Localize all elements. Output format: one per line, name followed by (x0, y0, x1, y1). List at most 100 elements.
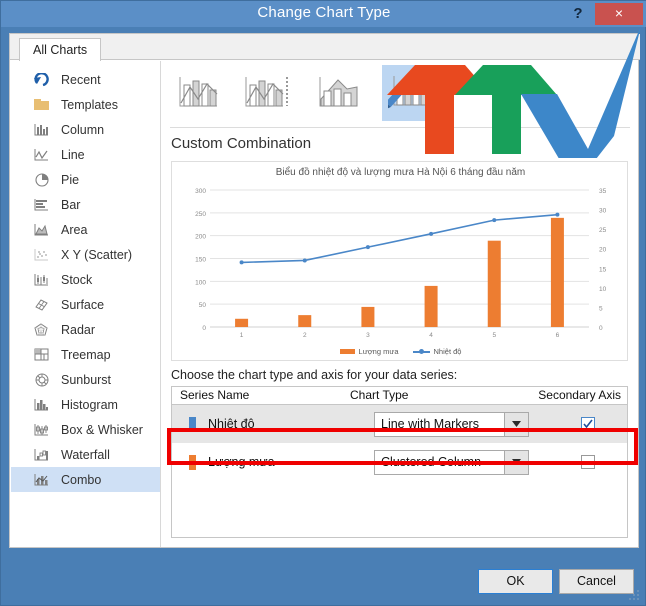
table-row[interactable]: Nhiệt độ Line with Markers (172, 405, 627, 443)
table-row[interactable]: Lượng mưa Clustered Column (172, 443, 627, 481)
svg-text:1: 1 (240, 332, 244, 339)
line-chart-icon (33, 147, 50, 163)
sidebar-item-label: Waterfall (61, 447, 110, 462)
combo-heading: Custom Combination (171, 135, 312, 152)
svg-text:0: 0 (202, 325, 206, 332)
sidebar-item-label: Pie (61, 172, 80, 187)
sidebar-item-label: Area (61, 222, 88, 237)
sidebar-item-label: Radar (61, 322, 96, 337)
sidebar-item-label: Column (61, 122, 105, 137)
surface-chart-icon (33, 297, 50, 313)
sidebar-item-label: Sunburst (61, 372, 112, 387)
svg-text:0: 0 (599, 325, 603, 332)
scatter-chart-icon (33, 247, 50, 263)
tab-all-charts[interactable]: All Charts (19, 38, 102, 61)
series-name-label: Lượng mưa (208, 455, 275, 469)
svg-text:50: 50 (199, 302, 207, 309)
series-color-swatch (189, 416, 196, 432)
chart-type-content: Custom Combination Biểu đồ nhiệt độ và l… (162, 61, 639, 547)
sidebar-item-label: Treemap (61, 347, 111, 362)
svg-text:200: 200 (195, 234, 206, 241)
series-table: Series Name Chart Type Secondary Axis Nh… (171, 386, 628, 538)
radar-chart-icon (33, 322, 50, 338)
secondary-axis-checkbox[interactable] (581, 417, 595, 431)
series-table-body: Nhiệt độ Line with Markers Lượng mưa Cluste… (172, 405, 627, 481)
chevron-down-icon[interactable] (504, 412, 528, 436)
sidebar-item-box-whisker[interactable]: Box & Whisker (11, 417, 160, 442)
series-table-instruction: Choose the chart type and axis for your … (171, 368, 458, 382)
resize-grip-icon[interactable] (629, 590, 640, 601)
legend-label: Lượng mưa (358, 347, 399, 356)
chart-thumbnail-custom-combination[interactable] (382, 65, 438, 121)
secondary-axis-checkbox[interactable] (581, 455, 595, 469)
series-color-swatch (189, 454, 196, 470)
svg-text:10: 10 (599, 286, 607, 293)
combo-thumbnail-gallery[interactable] (170, 65, 630, 123)
sidebar-item-bar[interactable]: Bar (11, 192, 160, 217)
svg-text:150: 150 (195, 257, 206, 264)
pie-chart-icon (33, 172, 50, 188)
svg-text:100: 100 (195, 279, 206, 286)
svg-text:6: 6 (556, 332, 560, 339)
svg-text:250: 250 (195, 211, 206, 218)
help-icon[interactable]: ? (567, 3, 589, 25)
close-icon[interactable]: × (595, 3, 643, 25)
legend-bar-swatch (339, 349, 355, 354)
chart-type-value: Clustered Column (381, 455, 482, 469)
sidebar-item-recent[interactable]: Recent (11, 67, 160, 92)
sidebar-item-radar[interactable]: Radar (11, 317, 160, 342)
sidebar-item-waterfall[interactable]: Waterfall (11, 442, 160, 467)
chart-canvas: 0 50 100 150 200 250 300 0 5 10 15 20 25 30 35 1 2 3 4 5 6 (195, 188, 607, 339)
dialog-title: Change Chart Type (257, 4, 391, 21)
chart-thumbnail-clustered-column-line-on-secondary-axis[interactable] (238, 65, 294, 121)
sidebar-item-area[interactable]: Area (11, 217, 160, 242)
sidebar-item-x-y-scatter[interactable]: X Y (Scatter) (11, 242, 160, 267)
series-table-header: Series Name Chart Type Secondary Axis (172, 387, 627, 405)
sidebar-item-label: Box & Whisker (61, 422, 143, 437)
sidebar-item-label: Bar (61, 197, 81, 212)
chart-category-sidebar[interactable]: Recent Templates Column Line Pie Bar Area X Y (… (11, 61, 161, 547)
sidebar-item-treemap[interactable]: Treemap (11, 342, 160, 367)
chart-type-dropdown[interactable]: Line with Markers (374, 411, 529, 437)
legend-label: Nhiệt độ (433, 347, 462, 356)
column-chart-icon (33, 122, 50, 138)
sidebar-item-sunburst[interactable]: Sunburst (11, 367, 160, 392)
chart-thumbnail-clustered-column-line[interactable] (170, 65, 226, 121)
chart-legend: Lượng mưa Nhiệt độ (172, 347, 627, 356)
header-series-name: Series Name (180, 388, 250, 402)
sidebar-item-templates[interactable]: Templates (11, 92, 160, 117)
combo-chart-icon (33, 472, 50, 488)
svg-text:20: 20 (599, 247, 607, 254)
sidebar-item-combo[interactable]: Combo (11, 467, 160, 492)
chart-thumbnail-stacked-area-clustered-column[interactable] (310, 65, 366, 121)
chevron-down-icon[interactable] (504, 450, 528, 474)
chart-type-value: Line with Markers (381, 417, 479, 431)
chart-type-dropdown[interactable]: Clustered Column (374, 449, 529, 475)
svg-text:2: 2 (303, 332, 307, 339)
svg-text:5: 5 (599, 305, 603, 312)
sidebar-item-label: Surface (61, 297, 105, 312)
sidebar-item-stock[interactable]: Stock (11, 267, 160, 292)
svg-text:30: 30 (599, 208, 607, 215)
sidebar-item-label: Recent (61, 72, 101, 87)
sidebar-item-label: Histogram (61, 397, 118, 412)
sidebar-item-pie[interactable]: Pie (11, 167, 160, 192)
tab-strip: All Charts (10, 34, 640, 61)
ok-button[interactable]: OK (478, 569, 553, 594)
dialog-body: All Charts Recent Templates Column Line Pie B… (9, 33, 640, 548)
sidebar-item-label: Stock (61, 272, 93, 287)
sidebar-item-histogram[interactable]: Histogram (11, 392, 160, 417)
histogram-icon (33, 397, 50, 413)
chart-preview: Biểu đồ nhiệt độ và lượng mưa Hà Nội 6 t… (171, 161, 628, 361)
svg-text:35: 35 (599, 188, 607, 195)
sidebar-item-surface[interactable]: Surface (11, 292, 160, 317)
change-chart-type-dialog: Change Chart Type ? × All Charts Recent T… (0, 0, 646, 606)
sidebar-item-line[interactable]: Line (11, 142, 160, 167)
sidebar-item-label: Line (61, 147, 85, 162)
legend-item: Nhiệt độ (412, 347, 462, 356)
sidebar-item-column[interactable]: Column (11, 117, 160, 142)
cancel-button[interactable]: Cancel (559, 569, 634, 594)
area-chart-icon (33, 222, 50, 238)
sunburst-icon (33, 372, 50, 388)
svg-text:5: 5 (492, 332, 496, 339)
